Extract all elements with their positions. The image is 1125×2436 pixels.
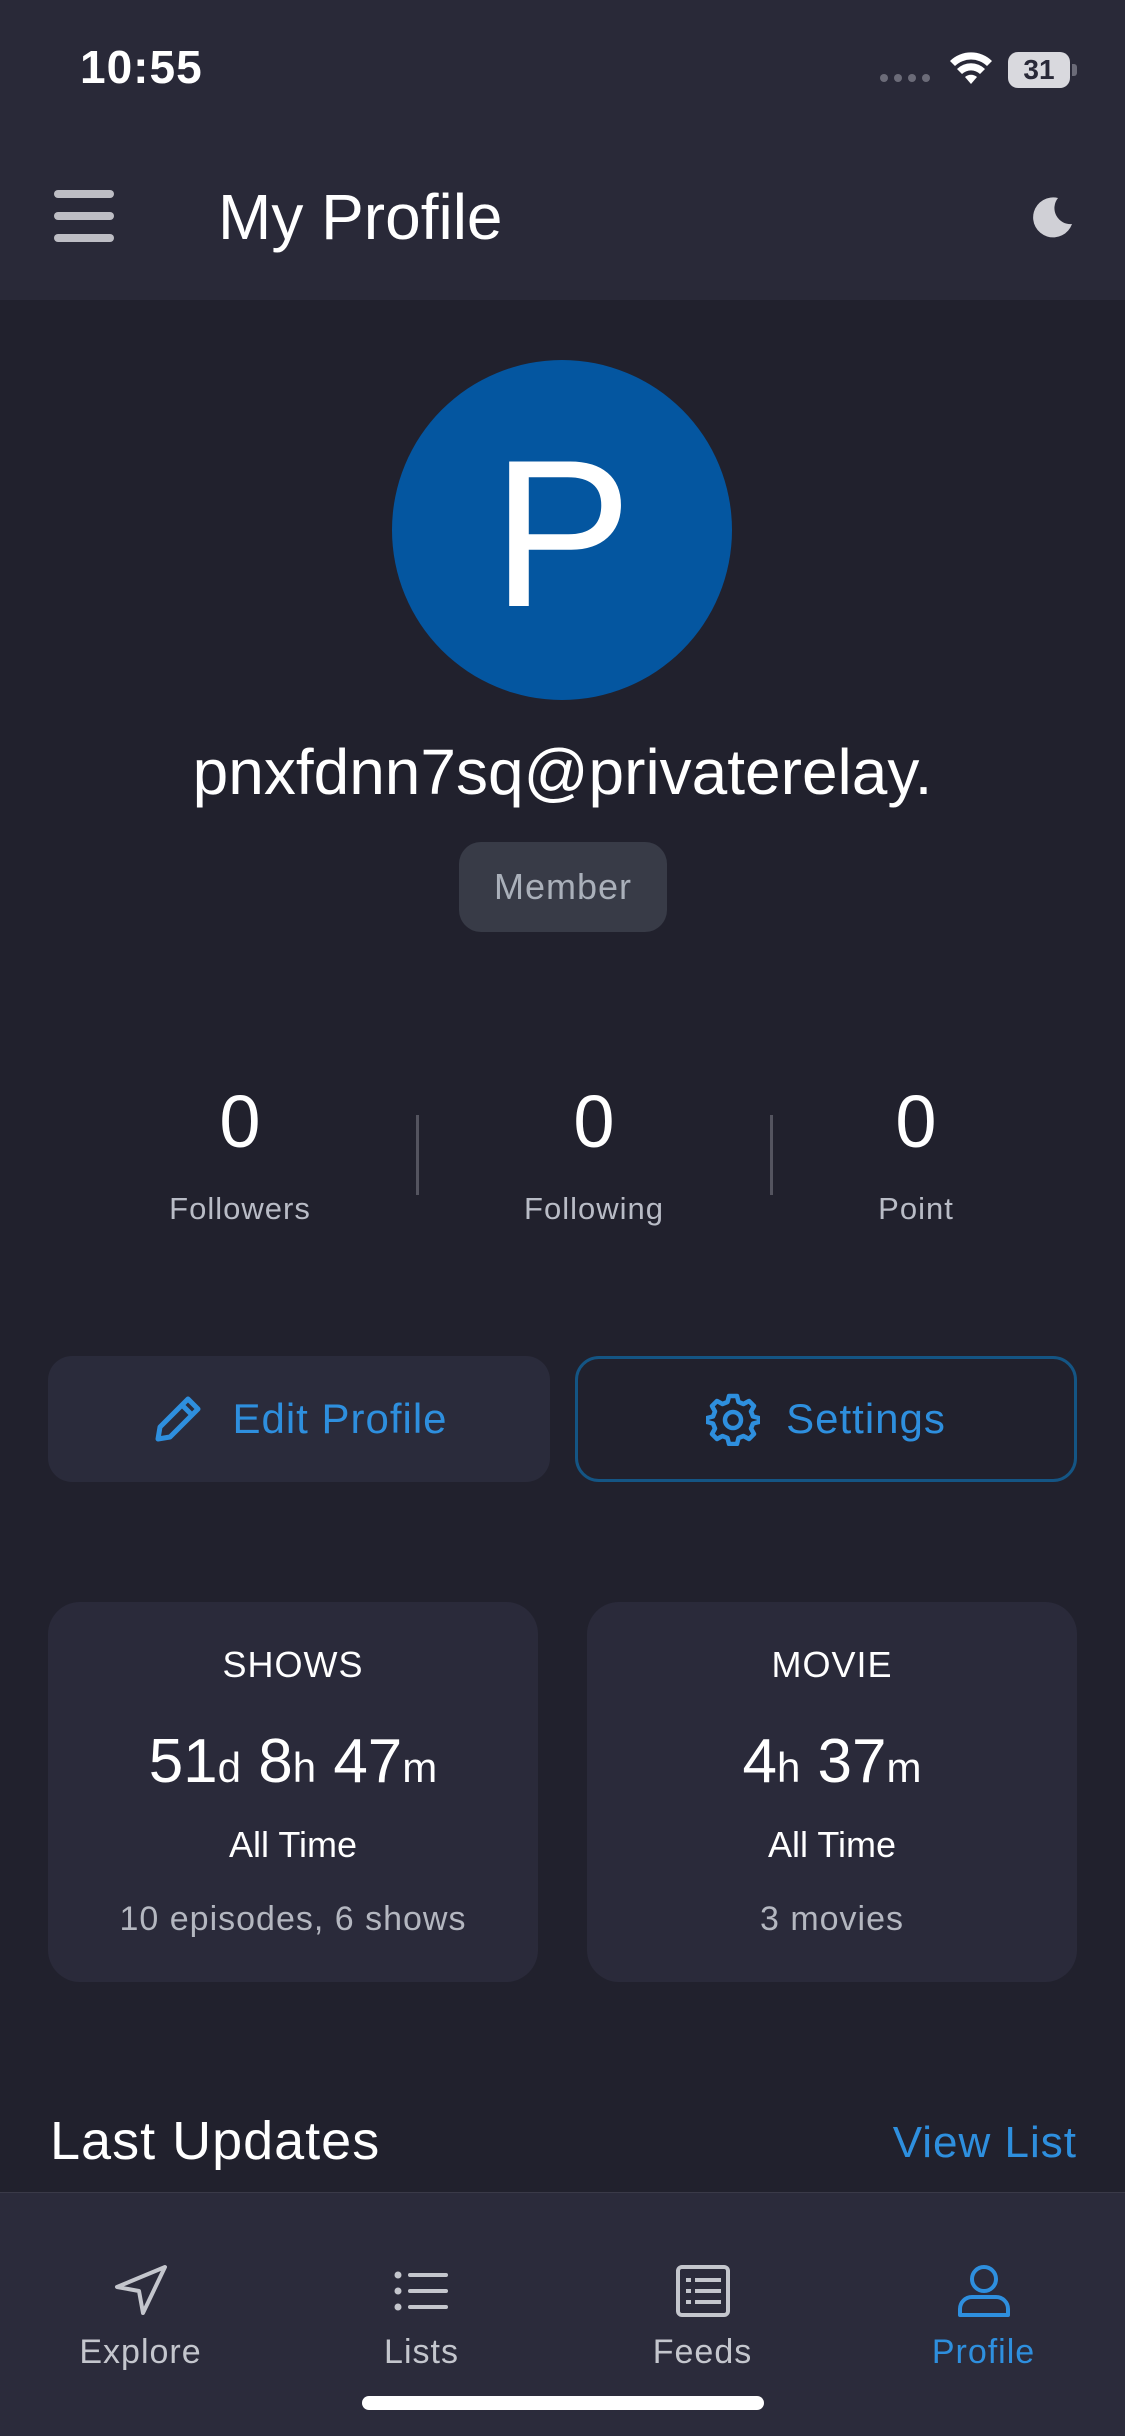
tab-label: Profile	[931, 2333, 1036, 2371]
card-title: MOVIE	[771, 1644, 893, 1685]
tab-profile[interactable]: Profile	[843, 2193, 1124, 2373]
stat-divider	[416, 1115, 419, 1195]
app-header: My Profile	[0, 140, 1125, 300]
battery-level: 31	[1023, 54, 1055, 85]
user-icon	[957, 2265, 1010, 2317]
card-title: SHOWS	[222, 1644, 364, 1685]
stat-followers[interactable]: 0 Followers	[120, 1075, 360, 1227]
stat-following[interactable]: 0 Following	[474, 1075, 714, 1227]
navigation-arrow-icon	[114, 2265, 167, 2315]
settings-label: Settings	[786, 1395, 946, 1442]
stat-divider	[770, 1115, 773, 1195]
home-indicator[interactable]	[362, 2396, 764, 2410]
moon-icon[interactable]	[1030, 194, 1076, 240]
avatar-initial: P	[491, 416, 633, 651]
stat-label: Following	[524, 1191, 664, 1226]
news-feed-icon	[675, 2265, 730, 2317]
stat-point[interactable]: 0 Point	[796, 1075, 1036, 1227]
card-period: All Time	[767, 1824, 897, 1865]
role-badge: Member	[459, 842, 667, 932]
tab-label: Lists	[384, 2333, 459, 2371]
gear-icon	[706, 1393, 761, 1446]
card-subtitle: 3 movies	[759, 1900, 905, 1938]
tab-label: Explore	[79, 2333, 202, 2371]
movie-time-card[interactable]: MOVIE 4h 37m All Time 3 movies	[587, 1602, 1077, 1982]
cellular-signal-icon	[880, 74, 930, 82]
card-period: All Time	[228, 1824, 358, 1865]
edit-profile-label: Edit Profile	[232, 1395, 448, 1442]
battery-icon: 31	[1008, 52, 1077, 88]
last-updates-title: Last Updates	[50, 2111, 381, 2171]
status-bar: 10:55 31	[0, 0, 1125, 140]
wifi-icon	[950, 52, 992, 84]
stat-label: Point	[878, 1191, 954, 1226]
watch-time: 51d 8h 47m	[148, 1727, 438, 1796]
list-icon	[394, 2271, 448, 2311]
tab-label: Feeds	[652, 2333, 753, 2371]
edit-profile-button[interactable]: Edit Profile	[48, 1356, 550, 1482]
tab-explore[interactable]: Explore	[0, 2193, 281, 2373]
hamburger-menu-icon[interactable]	[54, 190, 114, 244]
pencil-icon	[155, 1396, 201, 1442]
page-title: My Profile	[218, 181, 503, 253]
stat-label: Followers	[169, 1191, 311, 1226]
stat-value: 0	[219, 1080, 261, 1163]
settings-button[interactable]: Settings	[575, 1356, 1077, 1482]
stat-value: 0	[895, 1080, 937, 1163]
stat-value: 0	[573, 1080, 615, 1163]
view-list-link[interactable]: View List	[893, 2118, 1077, 2168]
status-time: 10:55	[80, 41, 203, 93]
tab-feeds[interactable]: Feeds	[562, 2193, 843, 2373]
avatar[interactable]: P	[392, 360, 732, 700]
card-subtitle: 10 episodes, 6 shows	[119, 1900, 467, 1938]
username: pnxfdnn7sq@privaterelay.	[192, 736, 933, 808]
tab-lists[interactable]: Lists	[281, 2193, 562, 2373]
shows-time-card[interactable]: SHOWS 51d 8h 47m All Time 10 episodes, 6…	[48, 1602, 538, 1982]
watch-time: 4h 37m	[742, 1727, 922, 1796]
